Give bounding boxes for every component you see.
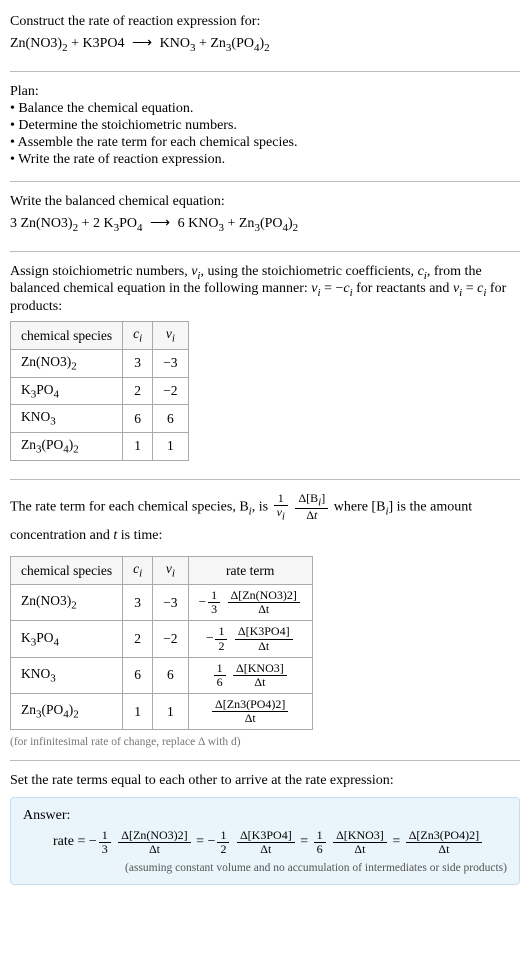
balanced-equation: 3 Zn(NO3)2 + 2 K3PO4 ⟶ 6 KNO3 + Zn3(PO4)… bbox=[10, 210, 520, 239]
answer-label: Answer: bbox=[23, 808, 507, 824]
answer-caption: (assuming constant volume and no accumul… bbox=[23, 862, 507, 874]
ci-cell: 3 bbox=[123, 349, 153, 377]
rate-cell: 16 Δ[KNO3]Δt bbox=[188, 657, 312, 693]
plan-step: • Determine the stoichiometric numbers. bbox=[10, 118, 520, 134]
rate-cell: −13 Δ[Zn(NO3)2]Δt bbox=[188, 584, 312, 620]
divider bbox=[10, 251, 520, 252]
col-rate-term: rate term bbox=[188, 557, 312, 585]
reaction-arrow-icon: ⟶ bbox=[150, 210, 170, 238]
ci-cell: 2 bbox=[123, 377, 153, 405]
ci-cell: 3 bbox=[123, 584, 153, 620]
species-cell: Zn(NO3)2 bbox=[11, 349, 123, 377]
nui-cell: −3 bbox=[153, 584, 188, 620]
table-header-row: chemical species ci νi bbox=[11, 322, 189, 350]
col-species: chemical species bbox=[11, 322, 123, 350]
col-nui: νi bbox=[153, 557, 188, 585]
table-row: KNO3 6 6 16 Δ[KNO3]Δt bbox=[11, 657, 313, 693]
ci-cell: 6 bbox=[123, 405, 153, 433]
nui-cell: 1 bbox=[153, 432, 188, 460]
intro-prompt: Construct the rate of reaction expressio… bbox=[10, 14, 520, 30]
final-title: Set the rate terms equal to each other t… bbox=[10, 773, 520, 789]
rate-cell: −12 Δ[K3PO4]Δt bbox=[188, 621, 312, 657]
plan-step: • Assemble the rate term for each chemic… bbox=[10, 135, 520, 151]
ci-cell: 6 bbox=[123, 657, 153, 693]
balanced-section: Write the balanced chemical equation: 3 … bbox=[10, 188, 520, 245]
col-species: chemical species bbox=[11, 557, 123, 585]
col-ci: ci bbox=[123, 322, 153, 350]
rate-term-table: chemical species ci νi rate term Zn(NO3)… bbox=[10, 556, 313, 730]
nui-cell: 6 bbox=[153, 657, 188, 693]
nui-cell: −2 bbox=[153, 621, 188, 657]
table-row: Zn(NO3)2 3 −3 bbox=[11, 349, 189, 377]
rate-cell: Δ[Zn3(PO4)2]Δt bbox=[188, 694, 312, 730]
col-ci: ci bbox=[123, 557, 153, 585]
nui-cell: −2 bbox=[153, 377, 188, 405]
species-cell: K3PO4 bbox=[11, 621, 123, 657]
nui-cell: −3 bbox=[153, 349, 188, 377]
table-row: K3PO4 2 −2 −12 Δ[K3PO4]Δt bbox=[11, 621, 313, 657]
species-cell: K3PO4 bbox=[11, 377, 123, 405]
plan-title: Plan: bbox=[10, 84, 520, 100]
ci-cell: 1 bbox=[123, 432, 153, 460]
table-row: Zn3(PO4)2 1 1 bbox=[11, 432, 189, 460]
stoich-section: Assign stoichiometric numbers, νi, using… bbox=[10, 258, 520, 473]
divider bbox=[10, 71, 520, 72]
plan-step: • Write the rate of reaction expression. bbox=[10, 152, 520, 168]
product-2: Zn3(PO4)2 bbox=[210, 36, 269, 51]
table-row: KNO3 6 6 bbox=[11, 405, 189, 433]
rate-term-section: The rate term for each chemical species,… bbox=[10, 486, 520, 755]
reactant-2: K3PO4 bbox=[83, 36, 125, 51]
answer-box: Answer: rate = −13 Δ[Zn(NO3)2]Δt = −12 Δ… bbox=[10, 797, 520, 885]
rate-expression: rate = −13 Δ[Zn(NO3)2]Δt = −12 Δ[K3PO4]Δ… bbox=[53, 828, 507, 856]
species-cell: KNO3 bbox=[11, 405, 123, 433]
table-row: Zn(NO3)2 3 −3 −13 Δ[Zn(NO3)2]Δt bbox=[11, 584, 313, 620]
intro-section: Construct the rate of reaction expressio… bbox=[10, 8, 520, 65]
product-1: KNO3 bbox=[160, 36, 196, 51]
table-header-row: chemical species ci νi rate term bbox=[11, 557, 313, 585]
reaction-arrow-icon: ⟶ bbox=[132, 30, 152, 58]
fraction: Δ[Bi]Δt bbox=[295, 492, 328, 523]
divider bbox=[10, 760, 520, 761]
plan-section: Plan: • Balance the chemical equation. •… bbox=[10, 78, 520, 175]
ci-cell: 1 bbox=[123, 694, 153, 730]
species-cell: KNO3 bbox=[11, 657, 123, 693]
unbalanced-equation: Zn(NO3)2 + K3PO4 ⟶ KNO3 + Zn3(PO4)2 bbox=[10, 30, 520, 59]
species-cell: Zn3(PO4)2 bbox=[11, 694, 123, 730]
ci-cell: 2 bbox=[123, 621, 153, 657]
table-row: Zn3(PO4)2 1 1 Δ[Zn3(PO4)2]Δt bbox=[11, 694, 313, 730]
col-nui: νi bbox=[153, 322, 188, 350]
plan-step: • Balance the chemical equation. bbox=[10, 101, 520, 117]
stoich-intro: Assign stoichiometric numbers, νi, using… bbox=[10, 264, 520, 316]
nui-cell: 1 bbox=[153, 694, 188, 730]
nui-cell: 6 bbox=[153, 405, 188, 433]
table-row: K3PO4 2 −2 bbox=[11, 377, 189, 405]
stoich-table: chemical species ci νi Zn(NO3)2 3 −3 K3P… bbox=[10, 321, 189, 460]
divider bbox=[10, 181, 520, 182]
species-cell: Zn(NO3)2 bbox=[11, 584, 123, 620]
infinitesimal-note: (for infinitesimal rate of change, repla… bbox=[10, 736, 520, 748]
species-cell: Zn3(PO4)2 bbox=[11, 432, 123, 460]
divider bbox=[10, 479, 520, 480]
rate-term-intro: The rate term for each chemical species,… bbox=[10, 492, 520, 551]
fraction: 1νi bbox=[274, 492, 288, 523]
balanced-title: Write the balanced chemical equation: bbox=[10, 194, 520, 210]
reactant-1: Zn(NO3)2 bbox=[10, 36, 68, 51]
final-section: Set the rate terms equal to each other t… bbox=[10, 767, 520, 891]
